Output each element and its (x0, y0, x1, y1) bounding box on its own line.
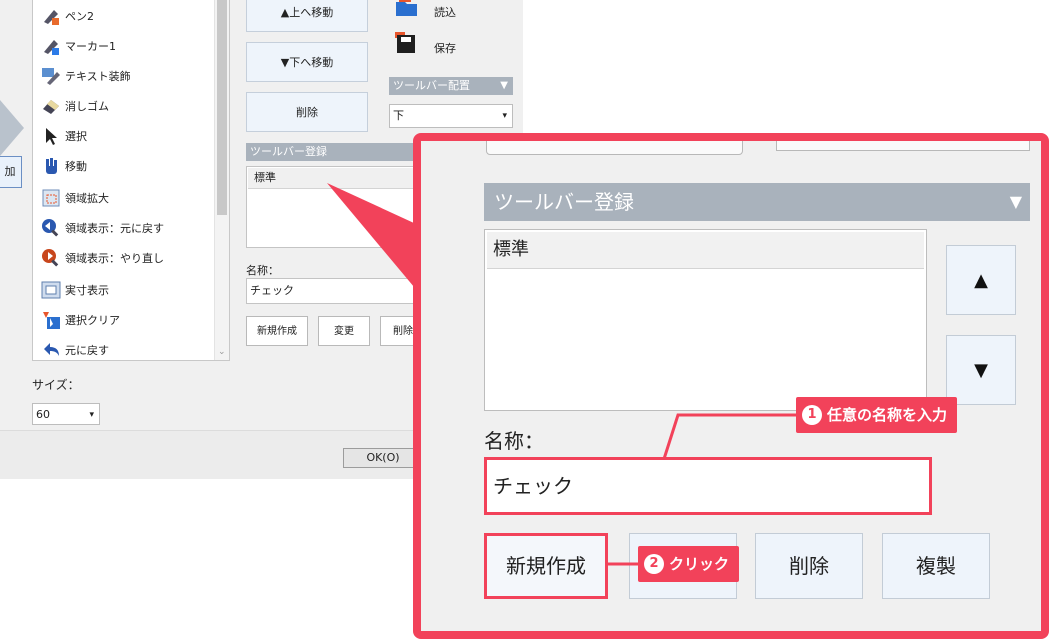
zoom-callout: ツールバー登録 ▼ 標準 ▲ ▼ 名称： チェック 新規作成 削除 複製 1 任意の… (413, 133, 1049, 639)
header-text: ツールバー配置 (393, 79, 470, 92)
area-zoom-icon (41, 188, 61, 208)
toolbar-position-select[interactable]: 下 ▾ (389, 104, 513, 128)
toolbar-register-header: ツールバー登録 (246, 143, 426, 161)
size-select[interactable]: 60 ▾ (32, 403, 100, 425)
eraser-icon (41, 96, 61, 116)
list-scrollbar[interactable]: ⌄ (214, 0, 229, 360)
list-item[interactable]: 移動 (41, 154, 87, 178)
list-item-label: マーカー1 (65, 40, 116, 53)
toolbar-position-header: ツールバー配置 ▼ (389, 77, 513, 95)
zoom-duplicate-button[interactable]: 複製 (882, 533, 990, 599)
zoom-delete-button[interactable]: 削除 (755, 533, 863, 599)
text-decoration-icon (41, 66, 61, 86)
transfer-arrow-icon (0, 100, 24, 156)
select-value: 下 (393, 109, 404, 122)
list-item[interactable]: マーカー1 (41, 34, 116, 58)
move-down-button[interactable]: ▼下へ移動 (246, 42, 368, 82)
step1-text: 任意の名称を入力 (827, 406, 948, 424)
list-item-label: 実寸表示 (65, 284, 109, 297)
clear-selection-icon (41, 310, 61, 330)
step2-badge: 2 クリック (638, 546, 740, 582)
name-input[interactable]: チェック (246, 278, 426, 304)
list-item-label: 移動 (65, 160, 87, 173)
list-item-label: 消しゴム (65, 100, 109, 113)
list-item[interactable]: 領域拡大 (41, 186, 109, 210)
save-label: 保存 (434, 42, 456, 55)
list-item-label: 選択クリア (65, 314, 120, 327)
toolbar-register-list[interactable]: 標準 (246, 166, 428, 248)
collapse-triangle-icon[interactable]: ▼ (500, 77, 508, 95)
step2-number: 2 (644, 553, 664, 574)
list-item[interactable]: ペン2 (41, 4, 94, 28)
hand-icon (41, 156, 61, 176)
list-item[interactable]: 領域表示：やり直し (41, 246, 164, 270)
undo-icon (41, 340, 61, 360)
header-text: ツールバー登録 (494, 190, 634, 214)
marker-icon (41, 36, 61, 56)
partial-button[interactable] (486, 141, 743, 155)
actual-size-icon (41, 280, 61, 300)
scrollbar-thumb[interactable] (217, 0, 227, 215)
step1-leader-line (662, 413, 796, 459)
save-disk-icon[interactable] (395, 32, 419, 54)
size-label: サイズ： (32, 378, 80, 392)
list-item-label: 領域拡大 (65, 192, 109, 205)
zoom-register-list[interactable]: 標準 (484, 229, 927, 411)
list-item[interactable]: 元に戻す (41, 338, 109, 362)
chevron-down-icon: ▾ (502, 111, 507, 121)
zoom-redo-icon (41, 248, 61, 268)
list-item[interactable]: 選択 (41, 124, 87, 148)
size-value: 60 (36, 408, 50, 421)
change-button[interactable]: 変更 (318, 316, 370, 346)
name-label: 名称： (246, 264, 279, 277)
zoom-name-input[interactable]: チェック (484, 457, 932, 515)
move-down-arrow-button[interactable]: ▼ (946, 335, 1016, 405)
zoom-undo-icon (41, 218, 61, 238)
list-item[interactable]: 選択クリア (41, 308, 120, 332)
open-folder-icon[interactable] (395, 0, 419, 18)
list-item-label: テキスト装飾 (65, 70, 131, 83)
list-item-label: 領域表示：元に戻す (65, 222, 164, 235)
collapse-triangle-icon[interactable]: ▼ (1010, 183, 1022, 221)
list-item[interactable]: 標準 (487, 232, 924, 269)
delete-button[interactable]: 削除 (246, 92, 368, 132)
list-item[interactable]: 領域表示：元に戻す (41, 216, 164, 240)
pen-icon (41, 6, 61, 26)
step2-text: クリック (669, 555, 730, 573)
partial-select[interactable] (776, 141, 1030, 151)
step1-badge: 1 任意の名称を入力 (796, 397, 958, 433)
list-item[interactable]: 消しゴム (41, 94, 109, 118)
load-label: 読込 (434, 6, 456, 19)
step1-number: 1 (802, 404, 822, 425)
chevron-down-icon: ▾ (89, 410, 94, 420)
list-item-label: ペン2 (65, 10, 94, 23)
chevron-down-icon[interactable]: ⌄ (218, 347, 226, 357)
list-item-label: 元に戻す (65, 344, 109, 357)
move-up-arrow-button[interactable]: ▲ (946, 245, 1016, 315)
list-item[interactable]: 標準 (248, 168, 426, 189)
list-item[interactable]: 実寸表示 (41, 278, 109, 302)
move-up-button[interactable]: ▲上へ移動 (246, 0, 368, 32)
step2-leader-line (607, 562, 641, 566)
new-button[interactable]: 新規作成 (246, 316, 308, 346)
ok-button[interactable]: OK(O) (343, 448, 423, 468)
list-item[interactable]: テキスト装飾 (41, 64, 131, 88)
zoom-new-button[interactable]: 新規作成 (484, 533, 608, 599)
list-item-label: 領域表示：やり直し (65, 252, 164, 265)
select-arrow-icon (41, 126, 61, 146)
list-item-label: 選択 (65, 130, 87, 143)
zoom-name-label: 名称： (484, 429, 544, 453)
zoom-toolbar-register-header: ツールバー登録 ▼ (484, 183, 1030, 221)
add-button[interactable]: 加 (0, 156, 22, 188)
command-list: ペン2 マーカー1 テキスト装飾 消しゴム 選択 移動 領域拡大 領域表示：元に… (32, 0, 230, 361)
